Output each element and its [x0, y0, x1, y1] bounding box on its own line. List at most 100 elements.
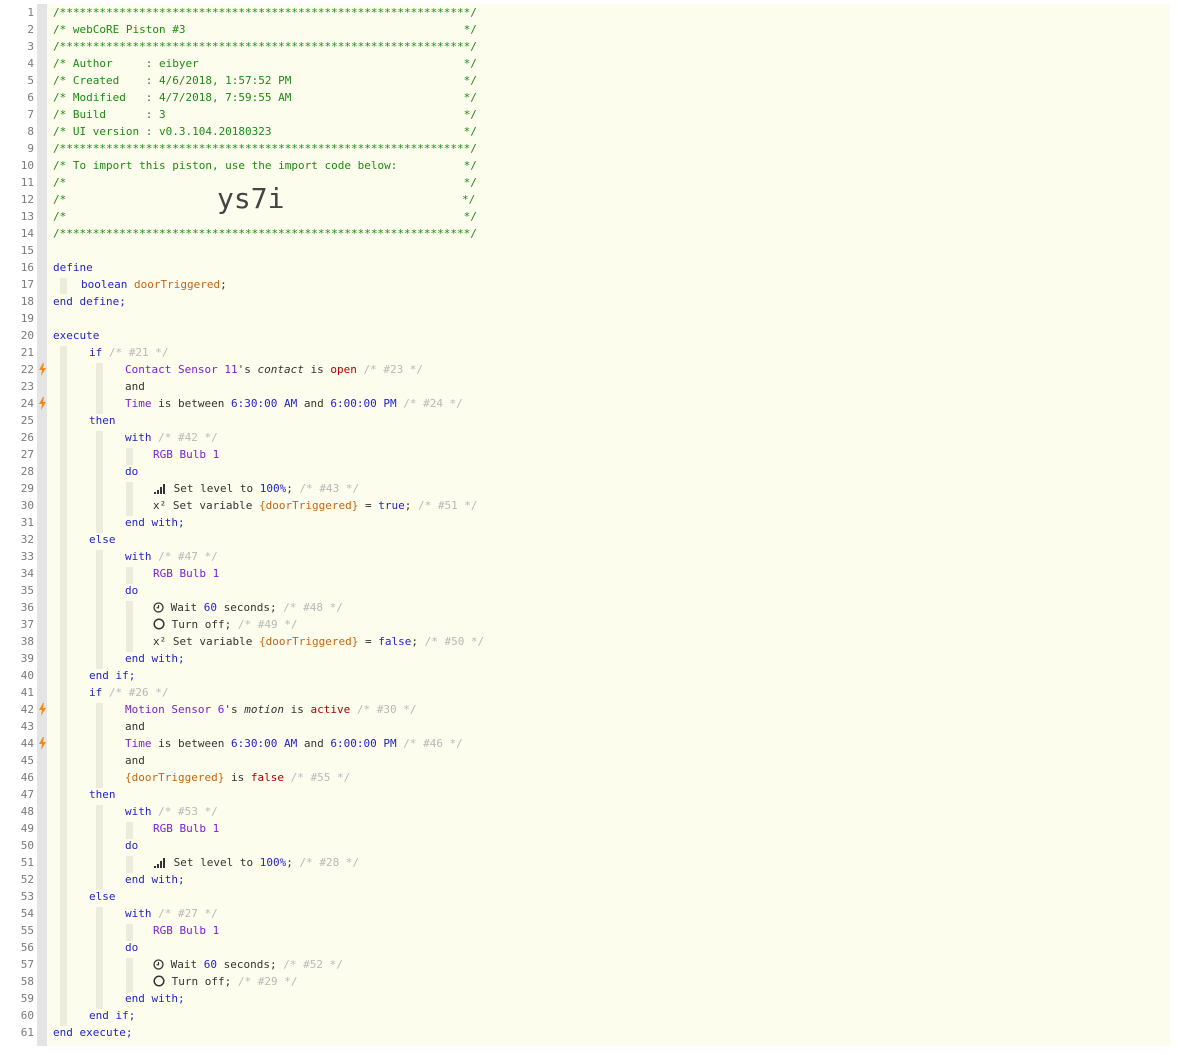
logical-and[interactable]: and: [125, 378, 145, 395]
if-statement[interactable]: if /* #26 */: [89, 684, 168, 701]
execute-keyword[interactable]: execute: [53, 327, 99, 344]
header-line: /***************************************…: [53, 142, 477, 155]
do-keyword[interactable]: do: [125, 582, 138, 599]
value: 6:00:00 PM: [330, 737, 397, 750]
semicolon: ;: [411, 635, 418, 648]
operator: and: [303, 397, 324, 410]
unit: seconds;: [223, 601, 277, 614]
set-variable-task[interactable]: x² Set variable {doorTriggered} = true; …: [153, 497, 478, 514]
variable-name: doorTriggered: [133, 278, 221, 291]
statement-id: /* #53 */: [158, 805, 218, 818]
trigger-bolt-icon: [39, 397, 46, 410]
with-keyword: with: [125, 805, 152, 818]
condition-motion[interactable]: Motion Sensor 6's motion is active /* #3…: [125, 701, 416, 718]
device-name: Time: [125, 397, 152, 410]
with-keyword: with: [125, 431, 152, 444]
variable-ref: {doorTriggered}: [258, 499, 359, 512]
statement-id: /* #23 */: [363, 363, 424, 376]
clock-icon: [153, 959, 164, 970]
header-line: /* webCoRE Piston #3 */: [53, 23, 477, 36]
device-name[interactable]: RGB Bulb 1: [153, 820, 219, 837]
clock-icon: [153, 602, 164, 613]
logical-and[interactable]: and: [125, 718, 145, 735]
statement-id: /* #27 */: [158, 907, 218, 920]
header-line-end: */: [462, 193, 476, 206]
value: 60: [203, 958, 217, 971]
task-label: Set variable: [172, 499, 253, 512]
variable-ref: {doorTriggered}: [125, 771, 225, 784]
with-statement[interactable]: with /* #47 */: [125, 548, 218, 565]
define-keyword[interactable]: define: [53, 259, 93, 276]
operator: is between: [158, 397, 225, 410]
device-name[interactable]: RGB Bulb 1: [153, 565, 219, 582]
device-name[interactable]: RGB Bulb 1: [153, 922, 219, 939]
end-if-keyword[interactable]: end if;: [89, 667, 135, 684]
device-name: Motion Sensor 6: [125, 703, 225, 716]
then-keyword[interactable]: then: [89, 412, 116, 429]
if-statement[interactable]: if /* #21 */: [89, 344, 168, 361]
value: true: [378, 499, 405, 512]
end-if-keyword[interactable]: end if;: [89, 1007, 135, 1024]
if-keyword: if: [89, 346, 103, 359]
do-keyword[interactable]: do: [125, 463, 138, 480]
statement-id: /* #29 */: [237, 975, 298, 988]
header-line: /* UI version : v0.3.104.20180323 */: [53, 125, 477, 138]
condition-variable[interactable]: {doorTriggered} is false /* #55 */: [125, 769, 350, 786]
do-keyword[interactable]: do: [125, 837, 138, 854]
turn-off-task[interactable]: Turn off; /* #49 */: [153, 616, 297, 633]
end-with-keyword[interactable]: end with;: [125, 871, 185, 888]
condition-time[interactable]: Time is between 6:30:00 AM and 6:00:00 P…: [125, 395, 463, 412]
unit: seconds;: [223, 958, 277, 971]
end-with-keyword[interactable]: end with;: [125, 990, 185, 1007]
possessive: 's: [224, 703, 238, 716]
wait-task[interactable]: Wait 60 seconds; /* #52 */: [153, 956, 343, 973]
if-keyword: if: [89, 686, 103, 699]
condition-time[interactable]: Time is between 6:30:00 AM and 6:00:00 P…: [125, 735, 463, 752]
end-with-keyword[interactable]: end with;: [125, 514, 185, 531]
value: open: [330, 363, 357, 376]
end-execute-keyword[interactable]: end execute;: [53, 1024, 132, 1041]
header-line: /***************************************…: [53, 6, 477, 19]
do-keyword[interactable]: do: [125, 939, 138, 956]
line-number: 19: [20, 312, 34, 325]
else-keyword[interactable]: else: [89, 888, 116, 905]
with-statement[interactable]: with /* #42 */: [125, 429, 218, 446]
end-define-keyword[interactable]: end define;: [53, 293, 126, 310]
logical-and[interactable]: and: [125, 752, 145, 769]
statement-id: /* #21 */: [108, 346, 169, 359]
operator: is: [310, 363, 324, 376]
set-level-task[interactable]: Set level to 100%; /* #43 */: [153, 480, 359, 497]
statement-id: /* #49 */: [237, 618, 298, 631]
set-level-task[interactable]: Set level to 100%; /* #28 */: [153, 854, 359, 871]
wait-task[interactable]: Wait 60 seconds; /* #48 */: [153, 599, 343, 616]
task-label: Set variable: [172, 635, 253, 648]
value: false: [378, 635, 412, 648]
statement-id: /* #43 */: [299, 482, 360, 495]
statement-id: /* #42 */: [158, 431, 218, 444]
turn-off-task[interactable]: Turn off; /* #29 */: [153, 973, 297, 990]
task-label: Turn off;: [171, 975, 232, 988]
semicolon: ;: [220, 278, 227, 291]
else-keyword[interactable]: else: [89, 531, 116, 548]
statement-id: /* #48 */: [283, 601, 343, 614]
end-with-keyword[interactable]: end with;: [125, 650, 185, 667]
attribute-name: motion: [244, 703, 284, 716]
with-keyword: with: [125, 907, 152, 920]
semicolon: ;: [286, 482, 293, 495]
value: 100%: [259, 482, 287, 495]
variable-declaration[interactable]: boolean doorTriggered;: [81, 276, 227, 293]
then-keyword[interactable]: then: [89, 786, 116, 803]
with-statement[interactable]: with /* #53 */: [125, 803, 218, 820]
set-variable-task[interactable]: x² Set variable {doorTriggered} = false;…: [153, 633, 484, 650]
value: 6:00:00 PM: [330, 397, 397, 410]
with-statement[interactable]: with /* #27 */: [125, 905, 218, 922]
operator: and: [303, 737, 324, 750]
device-name[interactable]: RGB Bulb 1: [153, 446, 219, 463]
header-line: /*: [53, 193, 67, 206]
statement-id: /* #26 */: [108, 686, 169, 699]
statement-id: /* #28 */: [299, 856, 360, 869]
statement-id: /* #55 */: [290, 771, 351, 784]
condition-contact[interactable]: Contact Sensor 11's contact is open /* #…: [125, 361, 423, 378]
value: 100%: [259, 856, 287, 869]
statement-id: /* #50 */: [424, 635, 485, 648]
